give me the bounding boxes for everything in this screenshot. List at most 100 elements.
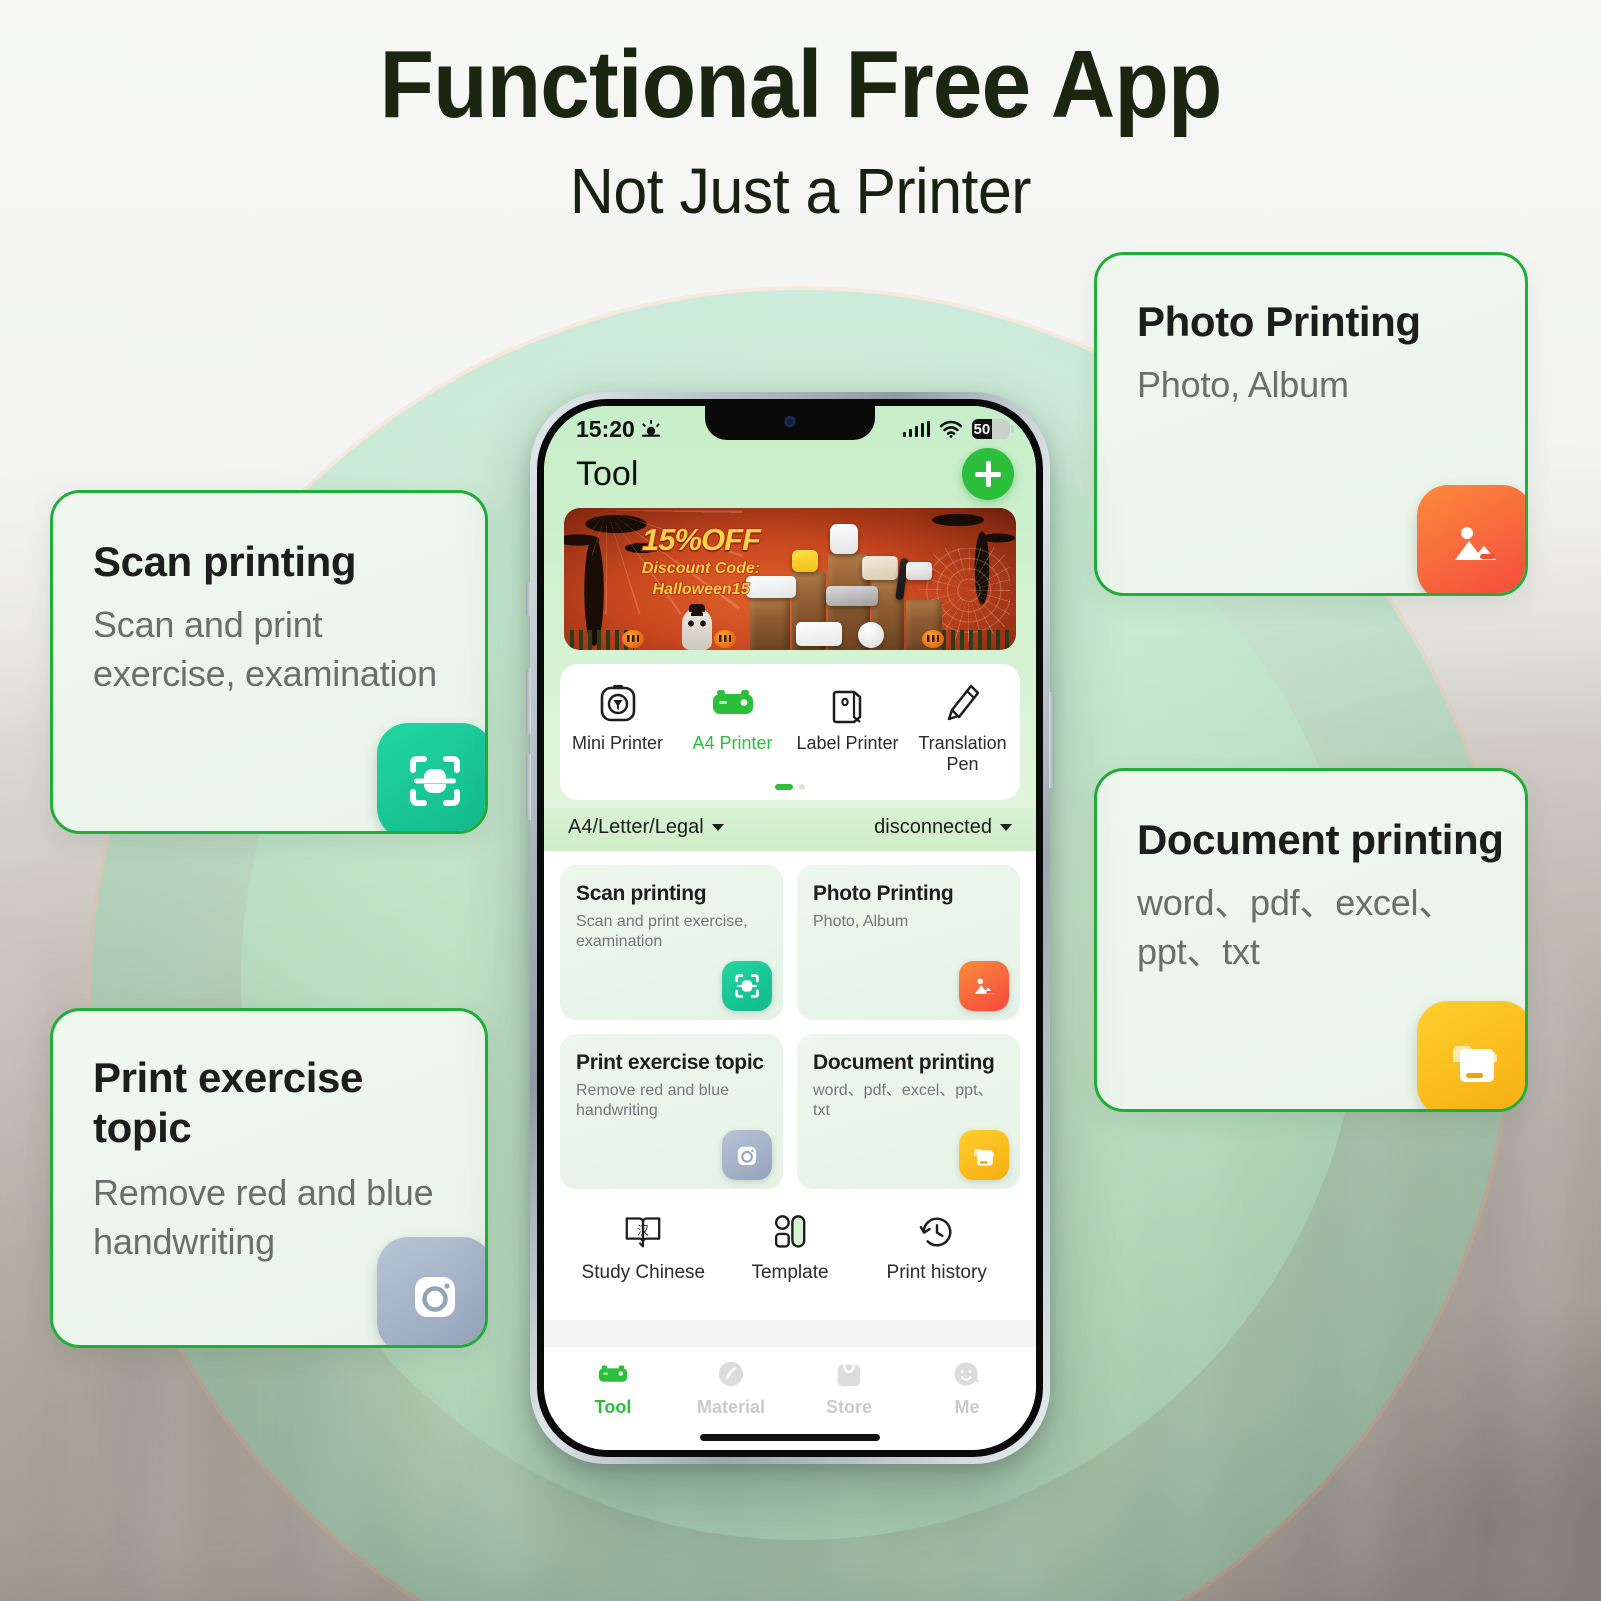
svg-text:汉: 汉 (637, 1224, 649, 1238)
printer-type-selector: Mini Printer A4 Printer Label Printer Tr… (560, 664, 1020, 801)
a4-printer-icon (709, 680, 757, 726)
scan-icon (722, 961, 772, 1012)
tab-mini-printer[interactable]: Mini Printer (560, 680, 675, 774)
feature-card-scan-printing[interactable]: Scan printing Scan and print exercise, e… (560, 865, 783, 1021)
page-title: Functional Free App (379, 31, 1222, 138)
label-printer-icon (828, 680, 868, 726)
feature-card-subtitle: Scan and print exercise, examination (576, 912, 748, 951)
feature-card-title: Print exercise topic (576, 1051, 764, 1075)
content-spacer (560, 1284, 1020, 1320)
paper-size-value[interactable]: A4/Letter/Legal (568, 816, 704, 839)
nav-label: Tool (594, 1397, 632, 1417)
banner-pumpkin-icon (714, 630, 736, 648)
quick-action-label: Print history (886, 1262, 987, 1284)
callout-title: Document printing (1137, 816, 1504, 863)
nav-item-me[interactable]: Me (908, 1359, 1026, 1418)
phone-volume-down-button[interactable] (526, 754, 531, 820)
quick-action-print-history[interactable]: Print history (863, 1211, 1010, 1284)
front-camera-icon (784, 416, 796, 427)
callout-card-print-exercise-topic: Print exercise topic Remove red and blue… (50, 1008, 488, 1348)
image-icon (1417, 485, 1525, 593)
tool-content: Scan printing Scan and print exercise, e… (544, 851, 1036, 1346)
battery-icon: 50 (972, 419, 1014, 439)
feature-card-subtitle: word、pdf、excel、ppt、txt (813, 1081, 994, 1120)
camera-icon (722, 1130, 772, 1181)
chevron-down-icon[interactable] (1000, 824, 1012, 832)
nav-item-store[interactable]: Store (790, 1359, 908, 1418)
feature-card-subtitle: Photo, Album (813, 912, 909, 930)
printer-tabs: Mini Printer A4 Printer Label Printer Tr… (560, 680, 1020, 774)
connection-status-value[interactable]: disconnected (874, 816, 992, 839)
feature-card-print-exercise-topic[interactable]: Print exercise topic Remove red and blue… (560, 1034, 783, 1190)
page-subtitle: Not Just a Printer (569, 155, 1032, 228)
chevron-down-icon[interactable] (711, 824, 724, 832)
battery-level: 50 (972, 419, 992, 439)
quick-actions-row: 汉 Study Chinese Template Print history (560, 1211, 1020, 1284)
feature-card-photo-printing[interactable]: Photo Printing Photo, Album (797, 865, 1020, 1021)
status-bar-left: 15:20 (576, 416, 661, 443)
status-bar-right: 50 (902, 419, 1014, 439)
quick-action-label: Template (751, 1262, 829, 1284)
folder-icon (1417, 1001, 1525, 1109)
callout-title: Print exercise topic (93, 1054, 363, 1151)
feature-card-subtitle: Remove red and blue handwriting (576, 1081, 729, 1120)
callout-subtitle: Scan and print exercise, examination (93, 604, 437, 694)
phone-silent-switch[interactable] (526, 582, 531, 616)
cellular-signal-icon (902, 421, 930, 437)
tab-a4-printer[interactable]: A4 Printer (675, 680, 790, 774)
banner-discount-label: 15%OFF (641, 521, 762, 558)
tab-label: Mini Printer (571, 733, 664, 753)
status-bar-time: 15:20 (576, 415, 635, 442)
app-title-row: Tool (544, 446, 1036, 506)
tab-label: A4 Printer (692, 733, 773, 753)
banner-ghost-icon (682, 604, 712, 650)
phone-bezel: 15:20 50 Tool 15%OFF Discount Code: Hall… (537, 399, 1043, 1457)
phone-volume-up-button[interactable] (526, 668, 531, 734)
quick-action-label: Study Chinese (581, 1262, 706, 1284)
headline-block: Functional Free App Not Just a Printer (0, 30, 1601, 228)
add-icon[interactable] (962, 448, 1014, 500)
printer-icon (596, 1359, 630, 1389)
carousel-pagination[interactable] (560, 784, 1020, 791)
scan-icon (377, 723, 485, 831)
pagination-dot[interactable] (799, 784, 805, 791)
translation-pen-icon (943, 680, 983, 726)
camera-icon (377, 1237, 485, 1345)
bottom-navigation: Tool Material Store Me (544, 1346, 1036, 1424)
tab-label: Translation Pen (918, 733, 1007, 774)
promo-banner[interactable]: 15%OFF Discount Code: Halloween15 (564, 508, 1016, 650)
banner-fence-right-icon (942, 630, 1012, 650)
chinese-book-icon: 汉 (623, 1211, 663, 1253)
nav-item-material[interactable]: Material (672, 1359, 790, 1418)
banner-pumpkin-icon (622, 630, 644, 648)
callout-subtitle: Photo, Album (1137, 364, 1349, 405)
wifi-icon (939, 420, 963, 438)
tab-label-printer[interactable]: Label Printer (790, 680, 905, 774)
pagination-dot-active[interactable] (775, 784, 793, 791)
banner-pumpkin-icon (922, 630, 944, 648)
callout-subtitle: word、pdf、excel、ppt、txt (1137, 882, 1455, 972)
quick-action-template[interactable]: Template (717, 1211, 864, 1284)
banner-code-label: Discount Code: (641, 559, 761, 577)
phone-mockup: 15:20 50 Tool 15%OFF Discount Code: Hall… (526, 392, 1054, 1464)
callout-card-photo-printing: Photo Printing Photo, Album (1094, 252, 1528, 596)
bag-icon (836, 1359, 862, 1389)
quick-action-study-chinese[interactable]: 汉 Study Chinese (570, 1211, 717, 1284)
nav-item-tool[interactable]: Tool (554, 1359, 672, 1418)
feature-card-title: Scan printing (576, 882, 707, 906)
connection-status-group[interactable]: disconnected (874, 816, 1012, 839)
tab-translation-pen[interactable]: Translation Pen (905, 680, 1020, 774)
feature-card-title: Photo Printing (813, 882, 954, 906)
phone-screen: 15:20 50 Tool 15%OFF Discount Code: Hall… (544, 406, 1036, 1450)
banner-text-block: 15%OFF Discount Code: Halloween15 (616, 521, 786, 599)
printer-status-strip: A4/Letter/Legal disconnected (544, 802, 1036, 852)
feature-card-grid: Scan printing Scan and print exercise, e… (560, 865, 1020, 1190)
add-button-wrap (962, 448, 1014, 500)
tab-label: Label Printer (796, 733, 899, 753)
home-indicator-area (544, 1424, 1036, 1450)
phone-power-button[interactable] (1049, 692, 1054, 788)
history-clock-icon (918, 1211, 956, 1253)
feature-card-title: Document printing (813, 1051, 995, 1075)
feature-card-document-printing[interactable]: Document printing word、pdf、excel、ppt、txt (797, 1034, 1020, 1190)
home-indicator[interactable] (700, 1433, 880, 1441)
